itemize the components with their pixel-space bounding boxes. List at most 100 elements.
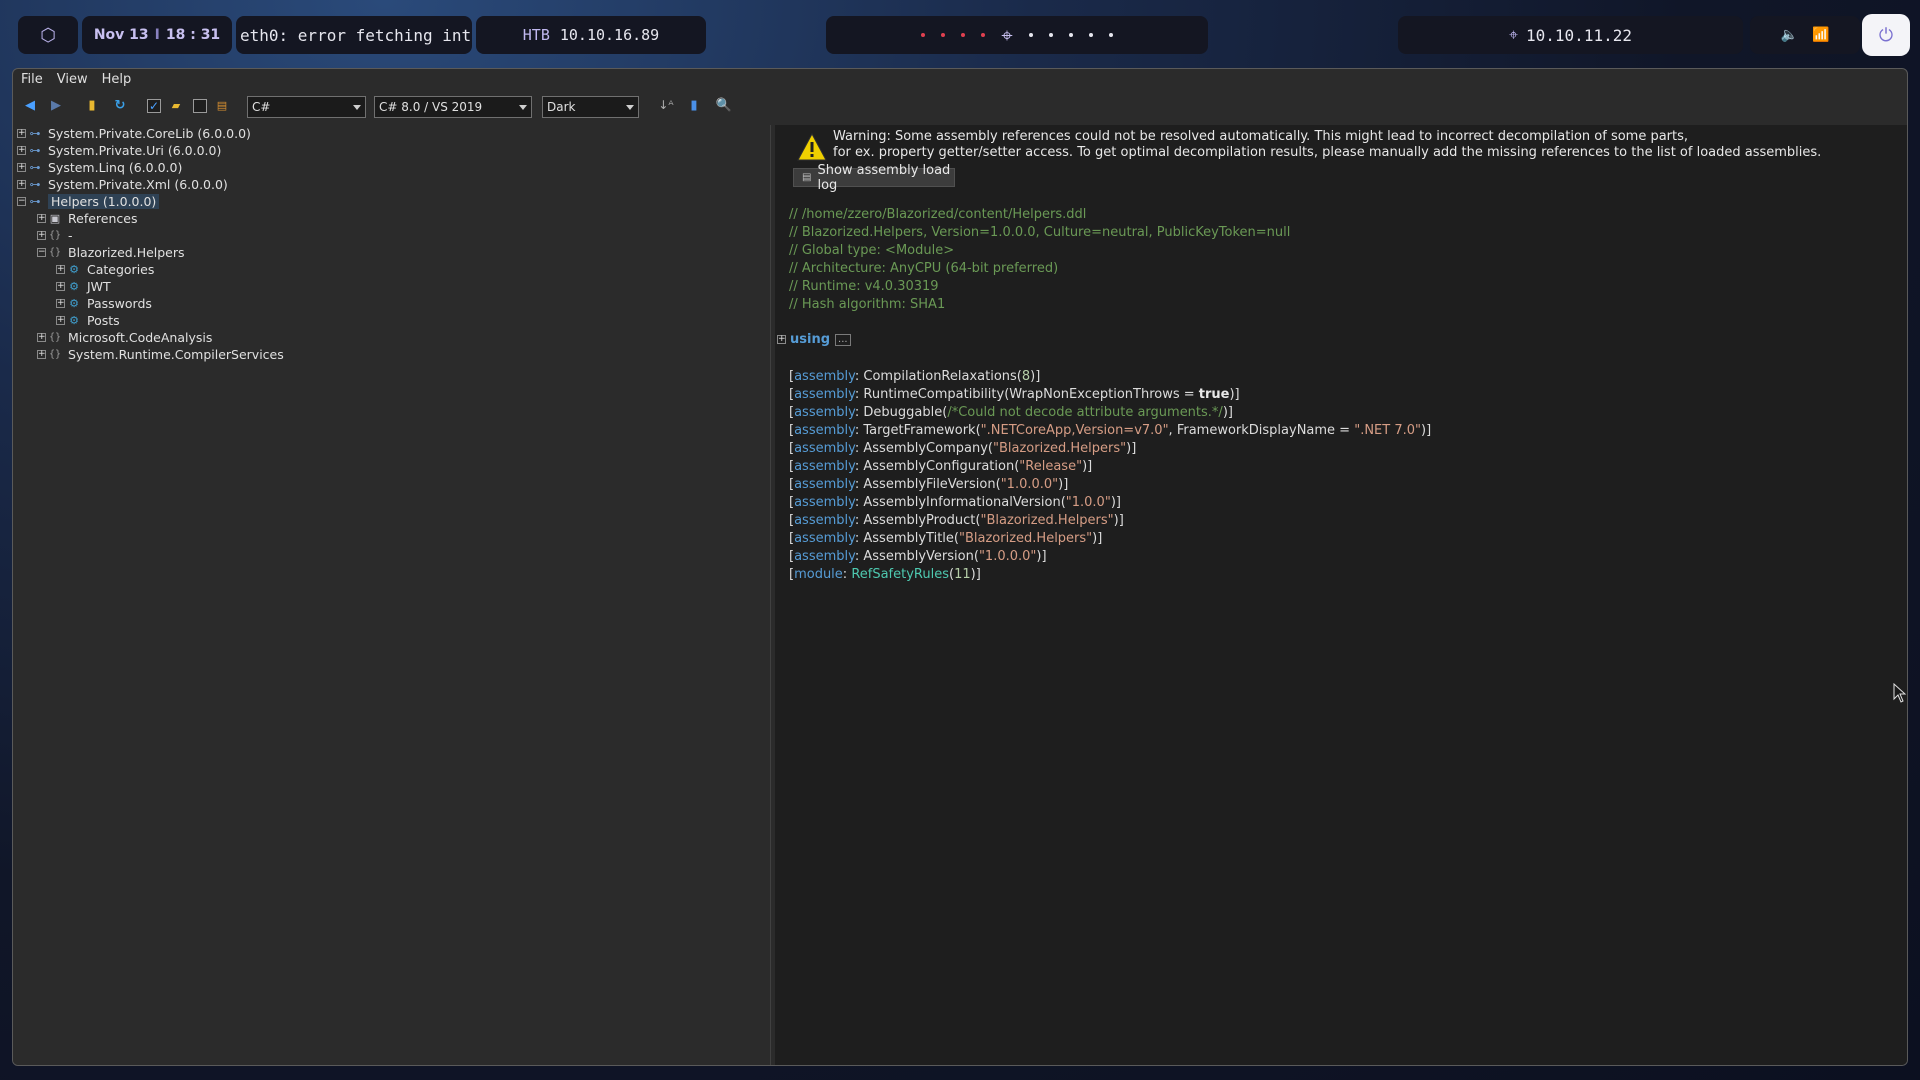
- language-select[interactable]: C#: [247, 96, 366, 118]
- refresh-icon[interactable]: ↻: [111, 96, 129, 114]
- menu-file[interactable]: File: [21, 72, 43, 87]
- assembly-icon: ⊶: [29, 127, 41, 140]
- power-button[interactable]: ⏻: [1862, 14, 1910, 56]
- forward-icon[interactable]: ▶: [47, 96, 65, 114]
- using-ellipsis[interactable]: ...: [835, 333, 851, 346]
- namespace-icon: {}: [48, 349, 62, 360]
- expand-icon[interactable]: +: [777, 335, 786, 344]
- show-internal-checkbox[interactable]: ✓: [147, 99, 161, 113]
- code-line: [assembly: AssemblyCompany("Blazorized.H…: [789, 441, 1137, 456]
- show-all-checkbox[interactable]: [193, 99, 207, 113]
- launcher-button[interactable]: ⬡: [18, 16, 78, 54]
- menu-view[interactable]: View: [57, 72, 88, 87]
- tree-node-label: Blazorized.Helpers: [68, 245, 185, 260]
- workspace-dot[interactable]: [921, 33, 926, 37]
- tree-node-label: System.Private.Xml (6.0.0.0): [48, 177, 228, 192]
- theme-value: Dark: [547, 100, 576, 114]
- expand-icon[interactable]: +: [17, 180, 26, 189]
- version-value: C# 8.0 / VS 2019: [379, 100, 483, 114]
- tree-node-namespace[interactable]: + {} System.Runtime.CompilerServices: [37, 346, 284, 363]
- tree-node-class[interactable]: + ⚙ Passwords: [56, 295, 152, 312]
- tree-node-label: System.Linq (6.0.0.0): [48, 160, 183, 175]
- tree-node-assembly[interactable]: + ⊶ System.Private.Uri (6.0.0.0): [17, 142, 221, 159]
- code-comment: // Hash algorithm: SHA1: [789, 297, 946, 312]
- eth-status-text: eth0: error fetching interface informati…: [240, 25, 472, 45]
- attr-arg: "1.0.0.0": [1000, 477, 1059, 492]
- class-icon: ⚙: [69, 263, 79, 276]
- expand-icon[interactable]: +: [56, 316, 65, 325]
- tree-node-label: JWT: [87, 279, 111, 294]
- chevron-down-icon: [353, 105, 361, 110]
- volume-icon[interactable]: 🔈: [1781, 27, 1798, 43]
- public-only-icon: ▰: [171, 98, 181, 112]
- search-icon[interactable]: 🔍: [715, 96, 733, 114]
- attr-arg: ".NET 7.0": [1354, 423, 1421, 438]
- decompiled-code-view[interactable]: Warning: Some assembly references could …: [775, 125, 1907, 1065]
- tree-node-label: Posts: [87, 313, 120, 328]
- language-version-select[interactable]: C# 8.0 / VS 2019: [374, 96, 532, 118]
- sort-icon[interactable]: ↓ᴬ: [657, 96, 675, 114]
- code-line: [assembly: AssemblyProduct("Blazorized.H…: [789, 513, 1124, 528]
- kw-assembly: assembly: [794, 495, 855, 510]
- expand-icon[interactable]: +: [17, 163, 26, 172]
- workspace-dot[interactable]: [1108, 33, 1113, 37]
- tree-node-helpers[interactable]: − ⊶ Helpers (1.0.0.0): [17, 193, 160, 210]
- kw-assembly: assembly: [794, 531, 855, 546]
- workspace-dot[interactable]: [1088, 33, 1093, 37]
- clock-widget: Nov 13 I 18 : 31: [82, 16, 232, 54]
- attr-param: FrameworkDisplayName =: [1176, 423, 1355, 438]
- crosshair-icon[interactable]: ⌖: [1001, 25, 1012, 45]
- workspace-dot[interactable]: [1048, 33, 1053, 37]
- tree-node-namespace[interactable]: + {} Microsoft.CodeAnalysis: [37, 329, 212, 346]
- namespace-icon: {}: [48, 247, 62, 258]
- workspace-dot[interactable]: [981, 33, 986, 37]
- tree-node-namespace[interactable]: + {} -: [37, 227, 73, 244]
- expand-icon[interactable]: +: [37, 214, 46, 223]
- tree-node-class[interactable]: + ⚙ JWT: [56, 278, 111, 295]
- attr-name: AssemblyCompany: [863, 441, 988, 456]
- code-line: [assembly: AssemblyFileVersion("1.0.0.0"…: [789, 477, 1069, 492]
- wifi-icon[interactable]: 📶: [1812, 27, 1829, 43]
- expand-icon[interactable]: +: [37, 231, 46, 240]
- page-icon[interactable]: ▮: [685, 96, 703, 114]
- using-fold[interactable]: + using ...: [777, 332, 851, 347]
- workspace-dot[interactable]: [941, 33, 946, 37]
- expand-icon[interactable]: +: [17, 146, 26, 155]
- collapse-icon[interactable]: −: [37, 248, 46, 257]
- tree-node-namespace[interactable]: − {} Blazorized.Helpers: [37, 244, 185, 261]
- show-load-log-button[interactable]: ▤ Show assembly load log: [793, 163, 955, 193]
- back-icon[interactable]: ◀: [21, 96, 39, 114]
- expand-icon[interactable]: +: [37, 333, 46, 342]
- tree-node-assembly[interactable]: + ⊶ System.Private.CoreLib (6.0.0.0): [17, 125, 251, 142]
- tree-node-references[interactable]: + ▣ References: [37, 210, 137, 227]
- attr-arg: "1.0.0.0": [978, 549, 1037, 564]
- code-line: [assembly: RuntimeCompatibility(WrapNonE…: [789, 387, 1240, 402]
- collapse-icon[interactable]: −: [17, 197, 26, 206]
- menu-help[interactable]: Help: [102, 72, 132, 87]
- expand-icon[interactable]: +: [56, 282, 65, 291]
- workspace-dot[interactable]: [961, 33, 966, 37]
- expand-icon[interactable]: +: [56, 299, 65, 308]
- theme-select[interactable]: Dark: [542, 96, 639, 118]
- workspace-dot[interactable]: [1068, 33, 1073, 37]
- log-icon: ▤: [802, 172, 812, 183]
- attr-arg: 8: [1021, 369, 1031, 384]
- tree-node-class[interactable]: + ⚙ Categories: [56, 261, 154, 278]
- attr-name: AssemblyTitle: [863, 531, 954, 546]
- tree-node-class[interactable]: + ⚙ Posts: [56, 312, 120, 329]
- tree-node-label: References: [68, 211, 138, 226]
- tree-node-assembly[interactable]: + ⊶ System.Linq (6.0.0.0): [17, 159, 182, 176]
- tree-node-assembly[interactable]: + ⊶ System.Private.Xml (6.0.0.0): [17, 176, 228, 193]
- mouse-cursor-icon: [1893, 683, 1907, 703]
- date-text: Nov 13: [93, 27, 149, 43]
- code-line: [assembly: AssemblyConfiguration("Releas…: [789, 459, 1093, 474]
- open-file-icon[interactable]: ▮: [83, 96, 101, 114]
- attr-name: RefSafetyRules: [851, 567, 949, 582]
- attr-arg: "1.0.0": [1065, 495, 1111, 510]
- expand-icon[interactable]: +: [17, 129, 26, 138]
- references-icon: ▣: [49, 212, 61, 225]
- expand-icon[interactable]: +: [56, 265, 65, 274]
- workspace-dot[interactable]: [1028, 33, 1033, 37]
- expand-icon[interactable]: +: [37, 350, 46, 359]
- kw-assembly: assembly: [794, 549, 855, 564]
